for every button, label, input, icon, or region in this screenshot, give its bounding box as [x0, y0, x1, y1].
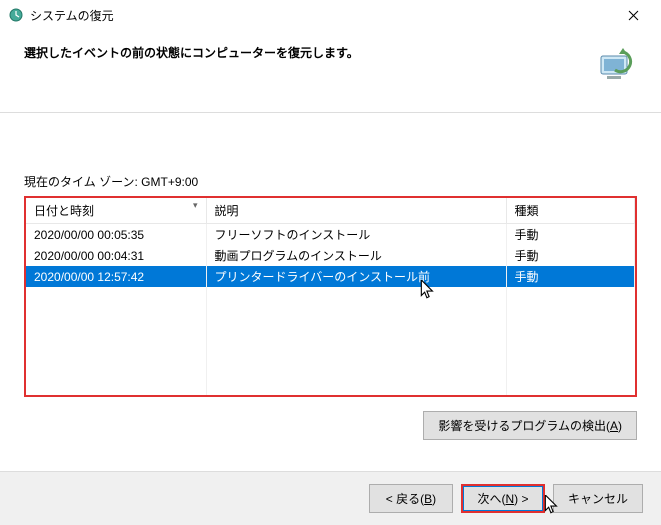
header: 選択したイベントの前の状態にコンピューターを復元します。: [0, 30, 661, 113]
sort-indicator-icon: ▾: [193, 200, 198, 211]
cancel-button[interactable]: キャンセル: [553, 484, 643, 513]
cell-datetime: 2020/00/00 00:04:31: [26, 245, 206, 266]
cell-description: プリンタードライバーのインストール前: [206, 266, 506, 287]
scan-affected-button[interactable]: 影響を受けるプログラムの検出(A): [423, 411, 637, 440]
table-row[interactable]: 2020/00/00 12:57:42プリンタードライバーのインストール前手動: [26, 266, 635, 287]
col-type[interactable]: 種類: [506, 198, 635, 224]
table-row[interactable]: 2020/00/00 00:04:31動画プログラムのインストール手動: [26, 245, 635, 266]
cell-description: 動画プログラムのインストール: [206, 245, 506, 266]
col-datetime-label: 日付と時刻: [34, 204, 94, 218]
cell-type: 手動: [506, 245, 635, 266]
footer: < 戻る(B) 次へ(N) > キャンセル: [0, 471, 661, 525]
header-text: 選択したイベントの前の状態にコンピューターを復元します。: [24, 44, 581, 88]
cell-description: フリーソフトのインストール: [206, 224, 506, 246]
cell-datetime: 2020/00/00 12:57:42: [26, 266, 206, 287]
cell-type: 手動: [506, 266, 635, 287]
restore-points-table[interactable]: 日付と時刻 ▾ 説明 種類 2020/00/00 00:05:35フリーソフトのイ…: [24, 196, 637, 397]
restore-icon: [8, 7, 24, 23]
content: 現在のタイム ゾーン: GMT+9:00 日付と時刻 ▾ 説明 種類 2020/0…: [0, 113, 661, 450]
col-datetime[interactable]: 日付と時刻 ▾: [26, 198, 206, 224]
scan-row: 影響を受けるプログラムの検出(A): [24, 411, 637, 440]
table-empty-area: [26, 287, 635, 395]
cell-type: 手動: [506, 224, 635, 246]
cell-datetime: 2020/00/00 00:05:35: [26, 224, 206, 246]
back-button[interactable]: < 戻る(B): [369, 484, 453, 513]
table-row[interactable]: 2020/00/00 00:05:35フリーソフトのインストール手動: [26, 224, 635, 246]
table-header: 日付と時刻 ▾ 説明 種類: [26, 198, 635, 224]
col-description[interactable]: 説明: [206, 198, 506, 224]
header-icon: [593, 44, 637, 88]
close-icon: [628, 10, 639, 21]
window-title: システムの復元: [30, 7, 613, 24]
titlebar: システムの復元: [0, 0, 661, 30]
timezone-label: 現在のタイム ゾーン: GMT+9:00: [24, 173, 637, 190]
close-button[interactable]: [613, 1, 653, 29]
next-button[interactable]: 次へ(N) >: [461, 484, 545, 513]
